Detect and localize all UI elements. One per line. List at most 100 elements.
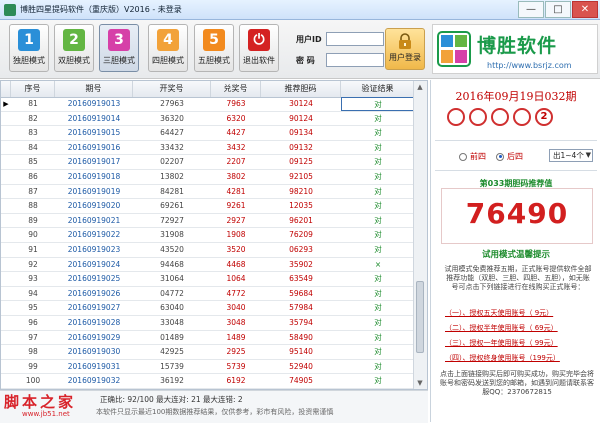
col-seq[interactable]: 序号 bbox=[11, 81, 55, 97]
cell-seq: 82 bbox=[28, 113, 38, 123]
cell-recommended: 92105 bbox=[289, 171, 313, 181]
minimize-button[interactable]: — bbox=[518, 1, 544, 18]
cell-redeem-number: 3048 bbox=[226, 317, 246, 327]
cell-recommended: 98210 bbox=[289, 186, 313, 196]
table-row[interactable]: 93 20160919025 31064 1064 63549 对 bbox=[1, 272, 415, 287]
scroll-thumb[interactable] bbox=[416, 281, 424, 353]
cell-issue: 20160919025 bbox=[67, 274, 121, 284]
count-select[interactable]: 出1~4个 ▼ bbox=[549, 149, 593, 162]
table-row[interactable]: 96 20160919028 33048 3048 35794 对 bbox=[1, 316, 415, 331]
col-winning-number[interactable]: 开奖号 bbox=[133, 81, 211, 97]
back-four-label[interactable]: 后四 bbox=[507, 151, 523, 162]
cell-winning-number: 01489 bbox=[160, 332, 184, 342]
table-row[interactable]: 99 20160919031 15739 5739 52940 对 bbox=[1, 360, 415, 375]
mode-triple-label: 三胆模式 bbox=[103, 56, 135, 65]
app-icon bbox=[4, 4, 16, 16]
cell-recommended: 57984 bbox=[289, 303, 313, 313]
plan-link-half-year[interactable]: （二）、授权半年使用账号（ 69元） bbox=[445, 323, 595, 333]
cell-result: 对 bbox=[374, 361, 382, 371]
vertical-scrollbar[interactable]: ▲ ▼ bbox=[413, 81, 427, 389]
back-four-radio[interactable] bbox=[496, 152, 504, 161]
table-header: 序号 期号 开奖号 兑奖号 推荐胆码 验证结果 bbox=[1, 81, 415, 98]
table-row[interactable]: 85 20160919017 02207 2207 09125 对 bbox=[1, 155, 415, 170]
table-row[interactable]: 89 20160919021 72927 2927 96201 对 bbox=[1, 214, 415, 229]
password-input[interactable] bbox=[326, 53, 384, 67]
mode-single-button[interactable]: 1 独胆模式 bbox=[9, 24, 49, 72]
table-row[interactable]: 90 20160919022 31908 1908 76209 对 bbox=[1, 228, 415, 243]
number-one-icon: 1 bbox=[18, 29, 40, 51]
row-selector bbox=[1, 170, 11, 184]
table-row[interactable]: 100 20160919032 36192 6192 74905 对 bbox=[1, 374, 415, 389]
table-row[interactable]: 82 20160919014 36320 6320 90124 对 bbox=[1, 112, 415, 127]
cell-recommended: 95140 bbox=[289, 347, 313, 357]
cell-seq: 89 bbox=[28, 215, 38, 225]
table-row[interactable]: 98 20160919030 42925 2925 95140 对 bbox=[1, 345, 415, 360]
cell-winning-number: 36192 bbox=[160, 376, 184, 386]
table-row[interactable]: 87 20160919019 84281 4281 98210 对 bbox=[1, 185, 415, 200]
mode-double-button[interactable]: 2 双胆模式 bbox=[54, 24, 94, 72]
exit-button[interactable]: ⏻ 退出软件 bbox=[239, 24, 279, 72]
cell-winning-number: 43520 bbox=[160, 244, 184, 254]
close-button[interactable]: ✕ bbox=[572, 1, 598, 18]
front-four-radio[interactable] bbox=[459, 152, 467, 161]
number-three-icon: 3 bbox=[108, 29, 130, 51]
table-row[interactable]: 92 20160919024 94468 4468 35902 × bbox=[1, 258, 415, 273]
table-row[interactable]: 84 20160919016 33432 3432 09132 对 bbox=[1, 141, 415, 156]
cell-recommended: 09134 bbox=[289, 128, 313, 138]
col-recommended[interactable]: 推荐胆码 bbox=[261, 81, 341, 97]
mode-triple-button[interactable]: 3 三胆模式 bbox=[99, 24, 139, 72]
cell-recommended: 58490 bbox=[289, 332, 313, 342]
results-table: 序号 期号 开奖号 兑奖号 推荐胆码 验证结果 ▶ 81 20160919013 27… bbox=[0, 80, 428, 390]
cell-recommended: 09132 bbox=[289, 142, 313, 152]
front-four-label[interactable]: 前四 bbox=[470, 151, 486, 162]
mode-five-button[interactable]: 5 五胆模式 bbox=[194, 24, 234, 72]
login-label: 用户登录 bbox=[389, 53, 421, 62]
login-button[interactable]: 用户登录 bbox=[385, 28, 425, 70]
mode-single-label: 独胆模式 bbox=[13, 56, 45, 65]
row-selector bbox=[1, 374, 11, 388]
cell-recommended: 12035 bbox=[289, 201, 313, 211]
cell-result: 对 bbox=[374, 303, 382, 313]
table-row[interactable]: 86 20160919018 13802 3802 92105 对 bbox=[1, 170, 415, 185]
cell-seq: 85 bbox=[28, 157, 38, 167]
user-id-label: 用户ID bbox=[296, 35, 322, 44]
mode-quad-button[interactable]: 4 四胆模式 bbox=[148, 24, 188, 72]
cell-seq: 81 bbox=[28, 99, 38, 108]
cell-winning-number: 04772 bbox=[160, 288, 184, 298]
scroll-up-icon[interactable]: ▲ bbox=[416, 83, 424, 91]
maximize-button[interactable]: □ bbox=[545, 1, 571, 18]
plan-link-lifetime[interactable]: （四）、授权终身使用账号（199元） bbox=[445, 353, 595, 363]
cell-recommended: 35794 bbox=[289, 317, 313, 327]
trial-tip-text: 试用模式免费推荐五期，正式账号提供软件全部推荐功能（双胆、三胆、四胆、五胆），如… bbox=[444, 265, 592, 291]
table-row[interactable]: 95 20160919027 63040 3040 57984 对 bbox=[1, 301, 415, 316]
user-id-input[interactable] bbox=[326, 32, 384, 46]
cell-recommended: 96201 bbox=[289, 215, 313, 225]
plan-link-one-year[interactable]: （三）、授权一年使用账号（ 99元） bbox=[445, 338, 595, 348]
cell-seq: 92 bbox=[28, 259, 38, 269]
cell-issue: 20160919013 bbox=[67, 99, 121, 108]
cell-result: 对 bbox=[374, 347, 382, 357]
cell-recommended: 90124 bbox=[289, 113, 313, 123]
table-row[interactable]: 97 20160919029 01489 1489 58490 对 bbox=[1, 331, 415, 346]
row-selector bbox=[1, 141, 11, 155]
scroll-down-icon[interactable]: ▼ bbox=[416, 379, 424, 387]
cell-seq: 100 bbox=[25, 376, 41, 386]
cell-winning-number: 72927 bbox=[160, 215, 184, 225]
col-issue[interactable]: 期号 bbox=[55, 81, 133, 97]
table-row[interactable]: 83 20160919015 64427 4427 09134 对 bbox=[1, 126, 415, 141]
cell-result: 对 bbox=[341, 97, 415, 111]
col-result[interactable]: 验证结果 bbox=[341, 81, 415, 97]
table-row[interactable]: 88 20160919020 69261 9261 12035 对 bbox=[1, 199, 415, 214]
prediction-panel: 2016年09月19日032期 2 前四 后四 出1~4个 ▼ 第033期胆码推… bbox=[430, 80, 600, 422]
table-row[interactable]: ▶ 81 20160919013 27963 7963 30124 对 bbox=[1, 97, 415, 112]
cell-recommended: 74905 bbox=[289, 376, 313, 386]
table-row[interactable]: 94 20160919026 04772 4772 59684 对 bbox=[1, 287, 415, 302]
cell-redeem-number: 4281 bbox=[226, 186, 246, 196]
cell-result: 对 bbox=[374, 376, 382, 386]
table-row[interactable]: 91 20160919023 43520 3520 06293 对 bbox=[1, 243, 415, 258]
plan-link-five-days[interactable]: （一）、授权五天使用账号（ 9元） bbox=[445, 308, 595, 318]
cell-seq: 86 bbox=[28, 171, 38, 181]
brand-url[interactable]: http://www.bsrjz.com bbox=[487, 61, 572, 70]
cell-issue: 20160919030 bbox=[67, 347, 121, 357]
col-redeem-number[interactable]: 兑奖号 bbox=[211, 81, 261, 97]
